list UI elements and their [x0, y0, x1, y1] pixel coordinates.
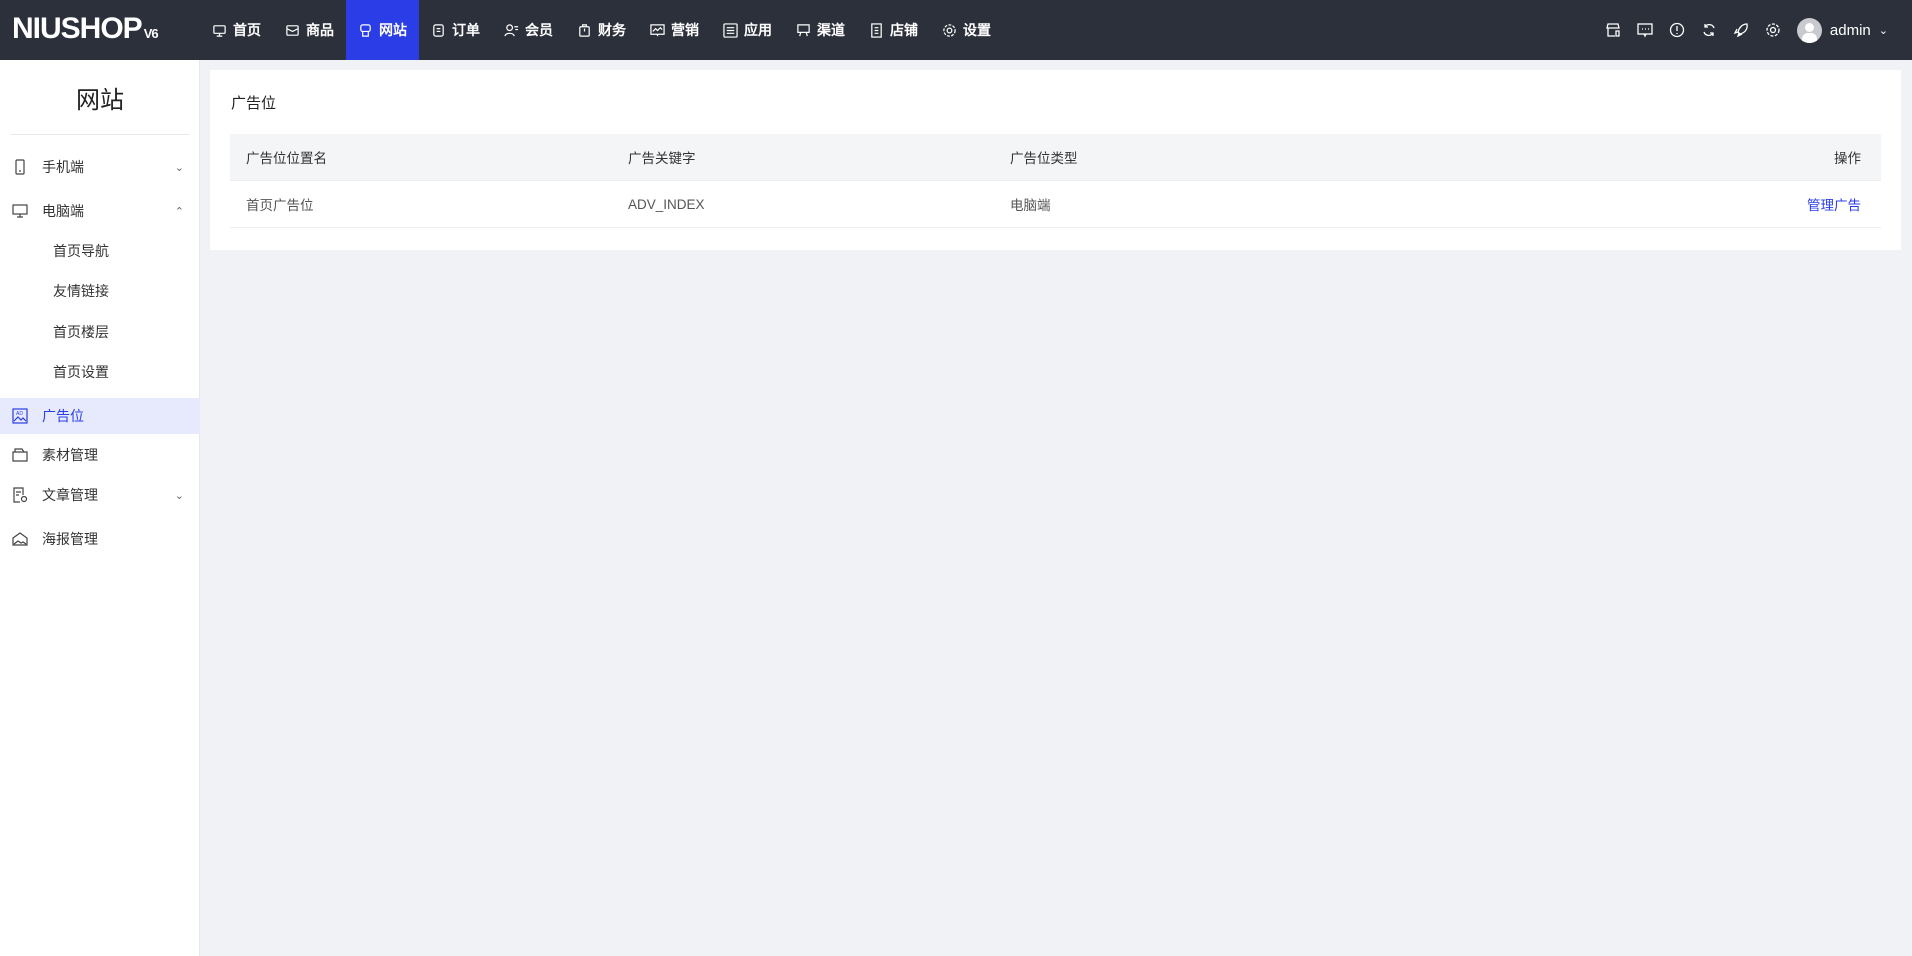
nav-label: 会员	[525, 22, 553, 38]
sidebar-item-label: 文章管理	[42, 487, 98, 503]
sidebar-item-label: 首页设置	[53, 364, 109, 380]
version: V6	[143, 26, 159, 41]
sidebar-item-ads[interactable]: AD 广告位	[0, 398, 200, 434]
message-icon[interactable]	[1637, 22, 1653, 38]
sidebar-item-label: 首页导航	[53, 243, 109, 259]
table-header: 广告位位置名 广告关键字 广告位类型 操作	[230, 134, 1881, 181]
info-icon[interactable]	[1669, 22, 1685, 38]
username: admin	[1829, 21, 1871, 39]
nav-label: 网站	[379, 22, 407, 38]
chevron-down-icon: ⌄	[174, 161, 184, 174]
nav-marketing[interactable]: 营销	[638, 0, 711, 60]
nav-orders[interactable]: 订单	[419, 0, 492, 60]
monitor-icon	[12, 204, 28, 218]
svg-text:AD: AD	[16, 411, 23, 417]
chevron-up-icon: ⌃	[174, 205, 184, 218]
sidebar-item-materials[interactable]: 素材管理	[0, 437, 200, 473]
column-header: 广告关键字	[628, 151, 696, 166]
sidebar: 网站 手机端 ⌄ 电脑端 ⌃ 首页导航 友情链接 首页楼层 首页设置 AD 广告位 素…	[0, 60, 200, 956]
cell-type: 电脑端	[1010, 198, 1051, 213]
chevron-down-icon: ⌄	[1878, 24, 1888, 37]
manage-ads-link[interactable]: 管理广告	[1807, 198, 1861, 213]
nav-channels[interactable]: 渠道	[784, 0, 857, 60]
nav-apps[interactable]: 应用	[711, 0, 784, 60]
refresh-icon[interactable]	[1701, 22, 1717, 38]
nav-label: 订单	[452, 22, 480, 38]
logo-text: NIUSHOP	[12, 12, 143, 45]
box-icon	[286, 24, 299, 36]
ad-image-icon: AD	[12, 408, 28, 424]
store-icon	[871, 22, 882, 38]
sidebar-item-mobile[interactable]: 手机端 ⌄	[0, 149, 200, 185]
sidebar-item-articles[interactable]: 文章管理 ⌄	[0, 477, 200, 513]
nav-label: 店铺	[890, 22, 918, 38]
nav-website[interactable]: 网站	[346, 0, 419, 60]
bag-icon	[579, 23, 590, 37]
column-header: 广告位类型	[1010, 151, 1078, 166]
nav-members[interactable]: 会员	[492, 0, 565, 60]
sidebar-item-label: 首页楼层	[53, 324, 109, 340]
nav-settings[interactable]: 设置	[930, 0, 1003, 60]
nav-label: 首页	[233, 22, 261, 38]
apps-icon	[723, 22, 738, 38]
sidebar-title: 网站	[76, 87, 124, 114]
phone-icon	[15, 159, 25, 175]
nav-label: 渠道	[817, 22, 845, 38]
user-menu[interactable]: admin ⌄	[1796, 17, 1888, 43]
nav-goods[interactable]: 商品	[273, 0, 346, 60]
ad-position-panel: 广告位 广告位位置名 广告关键字 广告位类型 操作 首页广告位 ADV_INDE…	[210, 70, 1901, 250]
sidebar-item-floors[interactable]: 首页楼层	[0, 314, 200, 350]
page-title: 广告位	[231, 95, 277, 112]
sidebar-item-label: 电脑端	[42, 203, 84, 219]
article-icon	[13, 487, 28, 503]
nav-label: 设置	[963, 22, 991, 38]
sidebar-item-home-settings[interactable]: 首页设置	[0, 354, 200, 390]
user-icon	[504, 23, 519, 36]
chart-icon	[650, 23, 665, 36]
nav-label: 商品	[306, 22, 334, 38]
toolbar-right: admin ⌄	[1605, 0, 1888, 60]
folder-icon	[12, 448, 28, 462]
cell-key: ADV_INDEX	[628, 196, 705, 212]
avatar	[1796, 17, 1822, 43]
chevron-down-icon: ⌄	[174, 489, 184, 502]
top-bar: NIUSHOP V6 首页 商品 网站 订单 会员 财务 营销 应用 渠道 店铺 …	[0, 0, 1912, 60]
main-nav: 首页 商品 网站 订单 会员 财务 营销 应用 渠道 店铺 设置	[200, 0, 1003, 60]
sidebar-item-label: 友情链接	[53, 283, 109, 299]
clipboard-icon	[433, 23, 444, 37]
nav-finance[interactable]: 财务	[565, 0, 638, 60]
cell-name: 首页广告位	[246, 198, 314, 213]
sidebar-item-label: 手机端	[42, 159, 84, 175]
table-row: 首页广告位 ADV_INDEX 电脑端 管理广告	[230, 181, 1881, 228]
nav-label: 应用	[744, 22, 772, 38]
poster-icon	[12, 532, 28, 546]
sidebar-item-posters[interactable]: 海报管理	[0, 521, 200, 557]
gear-icon	[943, 23, 956, 37]
logo[interactable]: NIUSHOP V6	[12, 12, 159, 46]
divider	[10, 134, 190, 135]
nav-label: 财务	[598, 22, 626, 38]
sidebar-item-label: 广告位	[42, 408, 84, 424]
sidebar-item-label: 海报管理	[42, 531, 98, 547]
nav-home[interactable]: 首页	[200, 0, 273, 60]
sidebar-item-home-nav[interactable]: 首页导航	[0, 233, 200, 269]
gear-icon[interactable]	[1765, 22, 1781, 38]
column-header: 广告位位置名	[246, 151, 327, 166]
sidebar-item-links[interactable]: 友情链接	[0, 273, 200, 309]
ad-position-table: 广告位位置名 广告关键字 广告位类型 操作 首页广告位 ADV_INDEX 电脑…	[230, 134, 1881, 228]
nav-label: 营销	[671, 22, 699, 38]
nav-store[interactable]: 店铺	[857, 0, 930, 60]
rocket-icon[interactable]	[1733, 22, 1749, 38]
column-header: 操作	[1834, 151, 1861, 166]
monitor-icon	[213, 24, 226, 37]
sidebar-item-label: 素材管理	[42, 447, 98, 463]
shop-icon[interactable]	[1605, 22, 1621, 38]
site-icon	[360, 23, 371, 37]
sidebar-item-pc[interactable]: 电脑端 ⌃	[0, 193, 200, 229]
channel-icon	[797, 23, 810, 36]
